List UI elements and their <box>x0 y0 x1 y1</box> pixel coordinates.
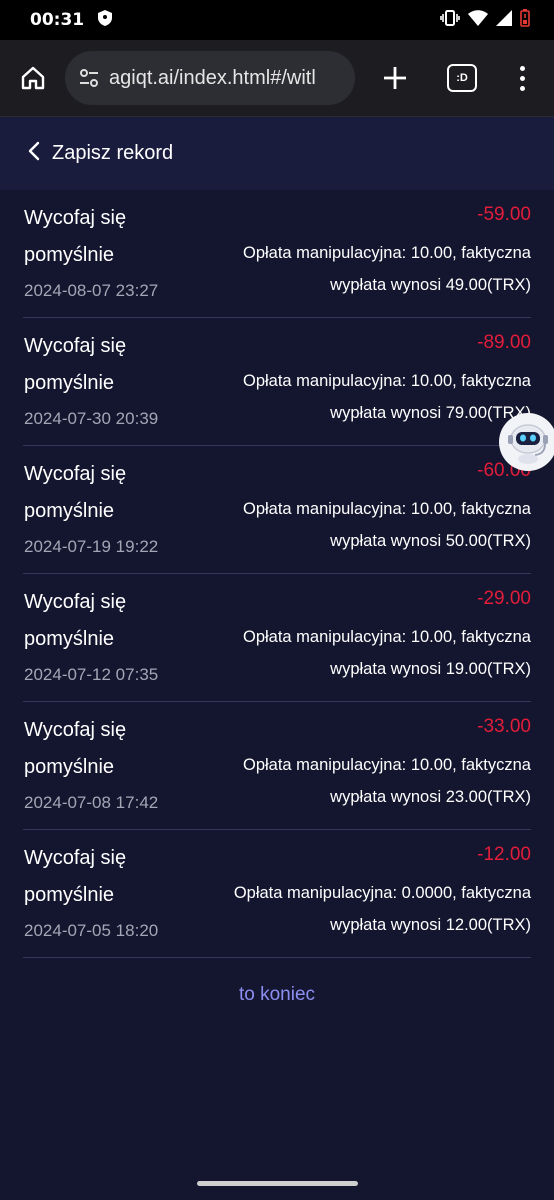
record-fee-note: Opłata manipulacyjna: 10.00, faktyczna w… <box>242 244 531 294</box>
record-amount: -12.00 <box>477 844 531 865</box>
record-date: 2024-07-05 18:20 <box>24 921 159 940</box>
record-status: Wycofaj się pomyślnie <box>24 847 127 906</box>
new-tab-button[interactable] <box>377 60 413 96</box>
record-item: Wycofaj się pomyślnie 2024-07-05 18:20 -… <box>23 830 531 958</box>
wifi-icon <box>468 9 488 31</box>
record-date: 2024-07-12 07:35 <box>24 665 159 684</box>
record-item: Wycofaj się pomyślnie 2024-08-07 23:27 -… <box>23 190 531 318</box>
record-status: Wycofaj się pomyślnie <box>24 335 127 394</box>
record-fee-note: Opłata manipulacyjna: 10.00, faktyczna w… <box>242 628 531 678</box>
record-item: Wycofaj się pomyślnie 2024-07-30 20:39 -… <box>23 318 531 446</box>
record-amount: -59.00 <box>477 204 531 225</box>
vibrate-icon <box>440 9 460 31</box>
browser-actions: :D <box>377 60 527 96</box>
url-text: agiqt.ai/index.html#/witl <box>109 66 316 89</box>
record-status: Wycofaj się pomyślnie <box>24 591 127 650</box>
record-fee-note: Opłata manipulacyjna: 10.00, faktyczna w… <box>242 500 531 550</box>
record-date: 2024-07-08 17:42 <box>24 793 159 812</box>
system-status-bar: 00:31 <box>0 0 554 40</box>
home-icon <box>21 66 45 90</box>
gesture-navigation-bar[interactable] <box>197 1181 358 1186</box>
record-item: Wycofaj się pomyślnie 2024-07-12 07:35 -… <box>23 574 531 702</box>
record-amount: -29.00 <box>477 588 531 609</box>
browser-toolbar: agiqt.ai/index.html#/witl :D <box>0 40 554 117</box>
back-button[interactable] <box>28 141 40 166</box>
robot-assistant-icon <box>508 424 548 464</box>
record-date: 2024-07-19 19:22 <box>24 537 159 556</box>
status-right <box>440 8 530 32</box>
list-end-text: to koniec <box>238 984 316 1005</box>
withdrawal-records-list: Wycofaj się pomyślnie 2024-08-07 23:27 -… <box>0 190 554 958</box>
shield-icon <box>98 9 113 31</box>
record-amount: -33.00 <box>477 716 531 737</box>
robot-assistant-button[interactable] <box>499 413 554 471</box>
battery-low-icon <box>520 8 530 32</box>
page-title: Zapisz rekord <box>52 142 174 164</box>
signal-icon <box>496 9 512 31</box>
new-tab-icon <box>384 67 406 89</box>
record-status: Wycofaj się pomyślnie <box>24 463 127 522</box>
record-item: Wycofaj się pomyślnie 2024-07-19 19:22 -… <box>23 446 531 574</box>
more-menu-icon[interactable] <box>517 65 527 91</box>
status-left: 00:31 <box>30 9 113 31</box>
home-button[interactable] <box>16 61 50 95</box>
record-fee-note: Opłata manipulacyjna: 0.0000, faktyczna … <box>233 884 531 934</box>
page-header: Zapisz rekord <box>0 117 554 190</box>
record-item: Wycofaj się pomyślnie 2024-07-08 17:42 -… <box>23 702 531 830</box>
chevron-left-icon <box>28 141 40 161</box>
tabs-icon[interactable]: :D <box>447 64 477 92</box>
record-date: 2024-07-30 20:39 <box>24 409 159 428</box>
record-status: Wycofaj się pomyślnie <box>24 719 127 778</box>
record-fee-note: Opłata manipulacyjna: 10.00, faktyczna w… <box>242 372 531 422</box>
tabs-label: :D <box>456 72 468 84</box>
clock: 00:31 <box>30 10 85 30</box>
record-date: 2024-08-07 23:27 <box>24 281 159 300</box>
record-status: Wycofaj się pomyślnie <box>24 207 127 266</box>
record-fee-note: Opłata manipulacyjna: 10.00, faktyczna w… <box>242 756 531 806</box>
record-amount: -89.00 <box>477 332 531 353</box>
address-bar[interactable]: agiqt.ai/index.html#/witl <box>65 51 355 105</box>
site-settings-icon[interactable] <box>79 69 99 87</box>
